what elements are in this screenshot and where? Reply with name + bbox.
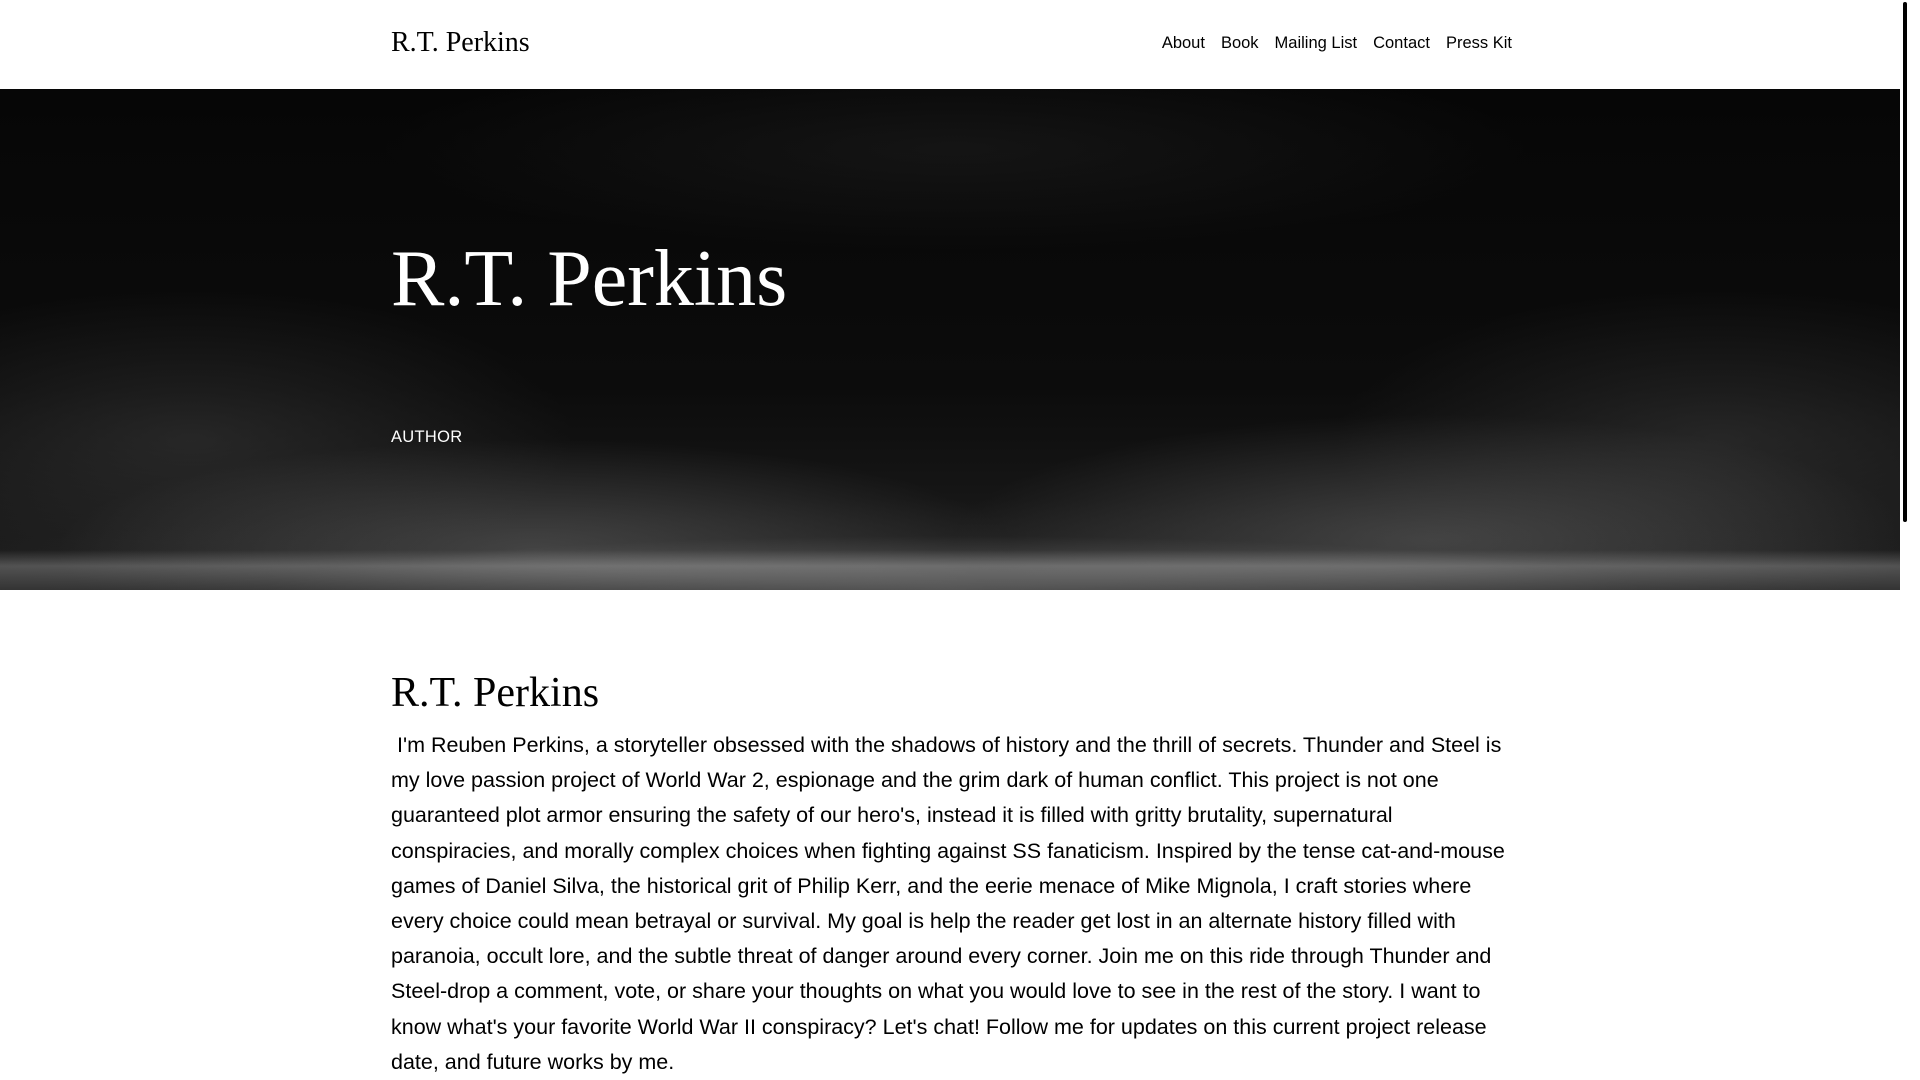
- scrollbar-thumb[interactable]: [1903, 2, 1907, 522]
- main-nav: About Book Mailing List Contact Press Ki…: [1146, 34, 1512, 53]
- nav-link-press-kit[interactable]: Press Kit: [1446, 34, 1512, 53]
- site-title-link[interactable]: R.T. Perkins: [391, 27, 530, 59]
- hero-banner: R.T. Perkins AUTHOR: [0, 89, 1910, 590]
- hero-title: R.T. Perkins: [391, 235, 788, 323]
- nav-link-contact[interactable]: Contact: [1373, 34, 1430, 53]
- nav-link-book[interactable]: Book: [1221, 34, 1259, 53]
- content-title: R.T. Perkins: [391, 670, 600, 716]
- main-content: R.T. Perkins I'm Reuben Perkins, a story…: [391, 664, 1521, 1080]
- nav-link-about[interactable]: About: [1162, 34, 1205, 53]
- nav-link-mailing-list[interactable]: Mailing List: [1275, 34, 1358, 53]
- page: R.T. Perkins About Book Mailing List Con…: [0, 0, 1910, 1080]
- page-scrollbar[interactable]: [1900, 0, 1910, 1080]
- site-header: R.T. Perkins About Book Mailing List Con…: [0, 0, 1910, 89]
- hero-subtitle: AUTHOR: [391, 428, 463, 446]
- bio-paragraph: I'm Reuben Perkins, a storyteller obsess…: [391, 733, 1511, 1074]
- hero-fog-floor: [0, 550, 1910, 590]
